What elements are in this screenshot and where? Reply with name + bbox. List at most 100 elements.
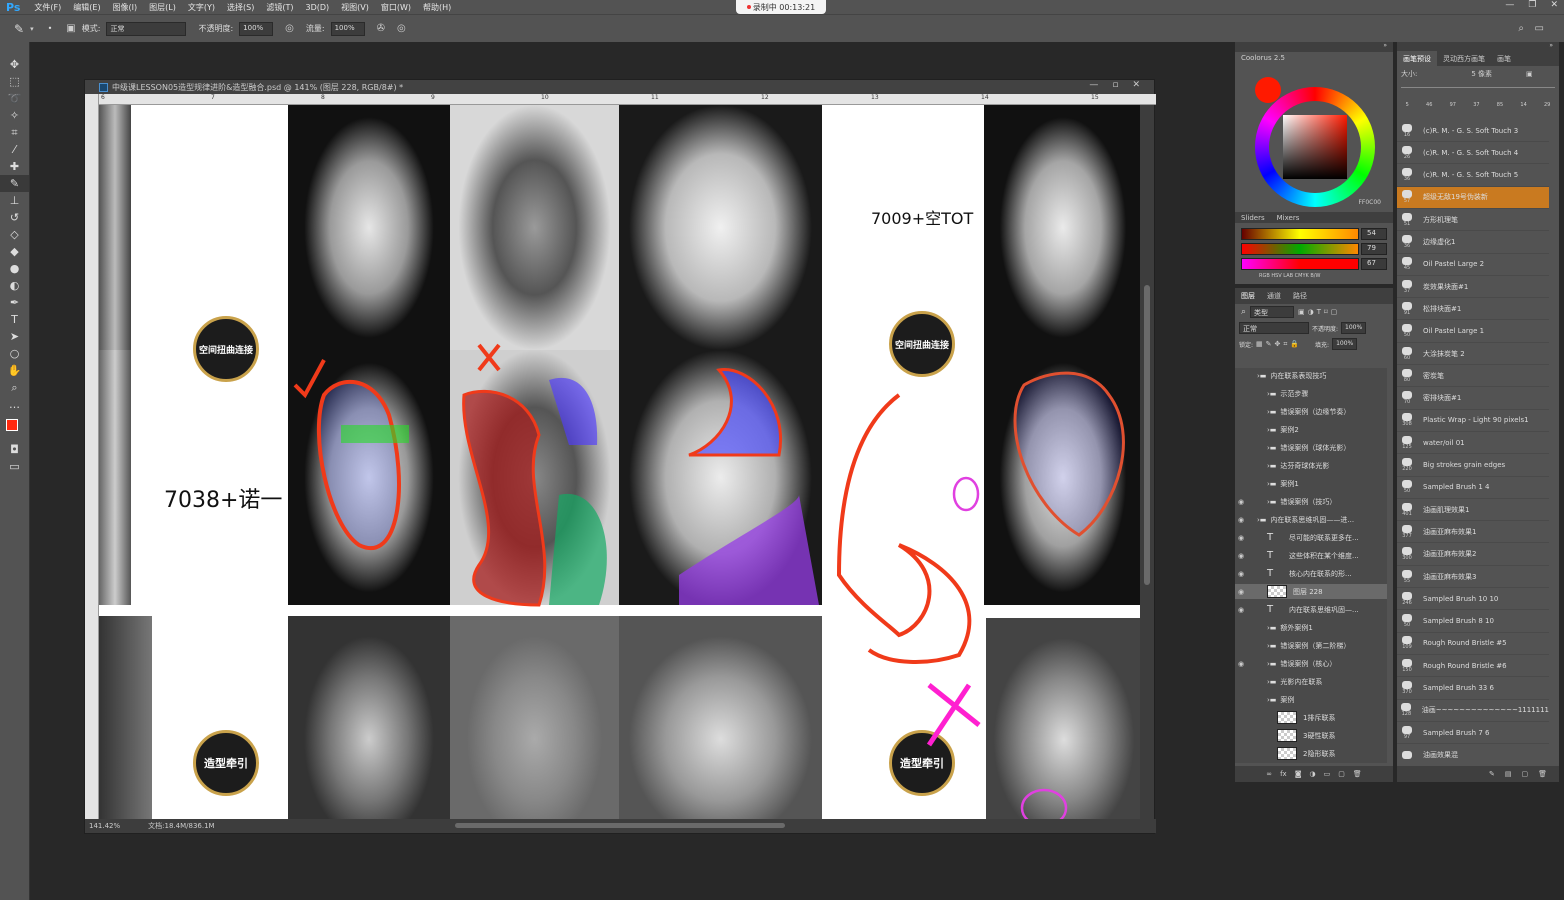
color-wheel[interactable]	[1255, 87, 1375, 207]
eye-icon[interactable]: ◉	[1235, 588, 1247, 596]
shape-tool-icon[interactable]: ○	[0, 345, 29, 362]
new-layer-icon[interactable]: ▢	[1338, 770, 1345, 778]
menu-3d[interactable]: 3D(D)	[299, 3, 335, 12]
menu-edit[interactable]: 编辑(E)	[67, 2, 106, 13]
history-brush-icon[interactable]: ↺	[0, 209, 29, 226]
move-tool-icon[interactable]: ✥	[0, 56, 29, 73]
more-tools-icon[interactable]: …	[0, 396, 29, 413]
menu-file[interactable]: 文件(F)	[28, 2, 67, 13]
green-slider[interactable]	[1241, 243, 1359, 255]
toggle-brush-panel-icon[interactable]: ✎	[1489, 770, 1495, 778]
tab-channels[interactable]: 通道	[1261, 288, 1287, 304]
saturation-square[interactable]	[1283, 115, 1347, 179]
menu-select[interactable]: 选择(S)	[221, 2, 260, 13]
menu-filter[interactable]: 滤镜(T)	[260, 2, 299, 13]
brush-preset-item[interactable]: 51 方形机理笔	[1397, 209, 1549, 232]
pen-tool-icon[interactable]: ✒	[0, 294, 29, 311]
zoom-level[interactable]: 141.42%	[89, 822, 120, 830]
eye-icon[interactable]: ◉	[1235, 516, 1247, 524]
brush-preset-item[interactable]: 370 Sampled Brush 33 6	[1397, 678, 1549, 700]
fill-field[interactable]: 100%	[1332, 338, 1358, 350]
filter-icons[interactable]: ▣◑T⌑▢	[1298, 308, 1340, 316]
brush-preset-item[interactable]: 80 密炭笔	[1397, 365, 1549, 388]
close-icon[interactable]: ✕	[1550, 0, 1558, 10]
search-icon[interactable]: ⌕	[1518, 23, 1524, 34]
layer-row[interactable]: ◉ T 这些体积在某个维度...	[1235, 548, 1387, 563]
add-mask-icon[interactable]: ◙	[1295, 770, 1302, 778]
pressure-opacity-icon[interactable]: ◎	[285, 23, 294, 34]
brush-preset-item[interactable]: 109 Rough Round Bristle #5	[1397, 633, 1549, 655]
scroll-thumb[interactable]	[1144, 285, 1150, 585]
eye-icon[interactable]: ◉	[1235, 534, 1247, 542]
chevron-down-icon[interactable]: ▾	[30, 25, 34, 33]
doc-close-icon[interactable]: ✕	[1132, 80, 1140, 90]
brush-preset-item[interactable]: 37 炭效果块面#1	[1397, 276, 1549, 299]
document-tab[interactable]: 中级课LESSON05造型规律进阶&造型融合.psd @ 141% (图层 22…	[85, 80, 1154, 94]
doc-restore-icon[interactable]: ▫	[1112, 80, 1118, 90]
eraser-tool-icon[interactable]: ◇	[0, 226, 29, 243]
brush-preset-item[interactable]: 55 油画亚麻布效果3	[1397, 566, 1549, 588]
brush-preset-thumb[interactable]: 37	[1473, 102, 1479, 108]
screen-mode-icon[interactable]: ▭	[0, 458, 29, 475]
mode-select[interactable]: 正常	[106, 21, 187, 36]
layer-row[interactable]: 2隐形联系	[1235, 746, 1387, 761]
tab-mixers[interactable]: Mixers	[1271, 211, 1306, 225]
layer-row[interactable]: ›▬ 错误案例（边缘节奏）	[1235, 404, 1387, 419]
airbrush-icon[interactable]: ✇	[377, 23, 385, 34]
workspace-icon[interactable]: ▭	[1535, 23, 1544, 34]
tab-brush[interactable]: 画笔	[1491, 51, 1517, 67]
hand-tool-icon[interactable]: ✋	[0, 362, 29, 379]
brush-preset-item[interactable]: 50 Oil Pastel Large 1	[1397, 321, 1549, 343]
layer-row[interactable]: ◉ ›▬ 错误案例（核心）	[1235, 656, 1387, 671]
blur-tool-icon[interactable]: ●	[0, 260, 29, 277]
blue-slider[interactable]	[1241, 258, 1359, 270]
tab-layers[interactable]: 图层	[1235, 288, 1261, 304]
brush-preset-item[interactable]: 36 边缘虚化1	[1397, 232, 1549, 254]
layer-row[interactable]: ›▬ 案例	[1235, 692, 1387, 707]
tab-brush-presets[interactable]: 画笔预设	[1397, 51, 1437, 67]
eye-icon[interactable]: ◉	[1235, 552, 1247, 560]
brush-preset-item[interactable]: 26 (c)R. M. - G. S. Soft Touch 4	[1397, 142, 1549, 165]
layer-row[interactable]: ◉ T 内在联系思维巩固—...	[1235, 602, 1387, 617]
layer-row[interactable]: ›▬ 案例1	[1235, 476, 1387, 491]
blend-mode-select[interactable]: 正常	[1239, 322, 1309, 334]
brush-preset-item[interactable]: 220 Big strokes grain edges	[1397, 455, 1549, 477]
brush-preset-item[interactable]: 45 Oil Pastel Large 2	[1397, 254, 1549, 276]
color-modes[interactable]: RGB HSV LAB CMYK B/W	[1259, 273, 1320, 279]
crop-tool-icon[interactable]: ⌗	[0, 124, 29, 141]
brush-preset-item[interactable]: 308 Plastic Wrap - Light 90 pixels1	[1397, 410, 1549, 432]
layer-row[interactable]: ›▬ 错误案例（第二阶梯）	[1235, 638, 1387, 653]
tab-sliders[interactable]: Sliders	[1235, 211, 1271, 225]
horizontal-scroll-thumb[interactable]	[455, 823, 785, 828]
lasso-tool-icon[interactable]: ➰	[0, 90, 29, 107]
new-brush-icon[interactable]: ▣	[1526, 70, 1533, 78]
brush-preset-thumb[interactable]: 46	[1426, 102, 1432, 108]
brush-preset-item[interactable]: 125 water/oil 01	[1397, 432, 1549, 455]
brush-preset-item[interactable]: 246 Sampled Brush 10 10	[1397, 588, 1549, 611]
eye-icon[interactable]: ◉	[1235, 606, 1247, 614]
dodge-tool-icon[interactable]: ◐	[0, 277, 29, 294]
menu-image[interactable]: 图像(I)	[107, 2, 144, 13]
delete-layer-icon[interactable]: 🗑	[1353, 770, 1362, 778]
blue-value[interactable]: 67	[1361, 258, 1387, 270]
layer-row[interactable]: ›▬ 达芬奇球体光影	[1235, 458, 1387, 473]
marquee-tool-icon[interactable]: ⬚	[0, 73, 29, 90]
type-tool-icon[interactable]: T	[0, 311, 29, 328]
flow-field[interactable]: 100%	[330, 21, 365, 36]
layer-row[interactable]: ◉ T 核心内在联系的形...	[1235, 566, 1387, 581]
menu-type[interactable]: 文字(Y)	[182, 2, 221, 13]
color-swatches[interactable]	[0, 413, 29, 441]
lock-icons[interactable]: ▦✎✥⌗🔒	[1256, 340, 1302, 349]
eye-icon[interactable]: ◉	[1235, 660, 1247, 668]
brush-preset-item[interactable]: 50 Sampled Brush 1 4	[1397, 477, 1549, 499]
layer-row[interactable]: ›▬ 额外案例1	[1235, 620, 1387, 635]
brush-preset-item[interactable]: 128 油画~~~~~~~~~~~~~~1111111	[1397, 700, 1549, 722]
stamp-tool-icon[interactable]: ⊥	[0, 192, 29, 209]
menu-window[interactable]: 窗口(W)	[375, 2, 417, 13]
red-value[interactable]: 54	[1361, 228, 1387, 240]
layer-row[interactable]: ›▬ 案例2	[1235, 422, 1387, 437]
brush-preset-item[interactable]: 16 (c)R. M. - G. S. Soft Touch 3	[1397, 120, 1549, 142]
brush-folder-icon[interactable]: ▤	[1505, 770, 1512, 778]
menu-view[interactable]: 视图(V)	[335, 2, 375, 13]
brush-tool-icon[interactable]: ✎	[0, 175, 29, 192]
